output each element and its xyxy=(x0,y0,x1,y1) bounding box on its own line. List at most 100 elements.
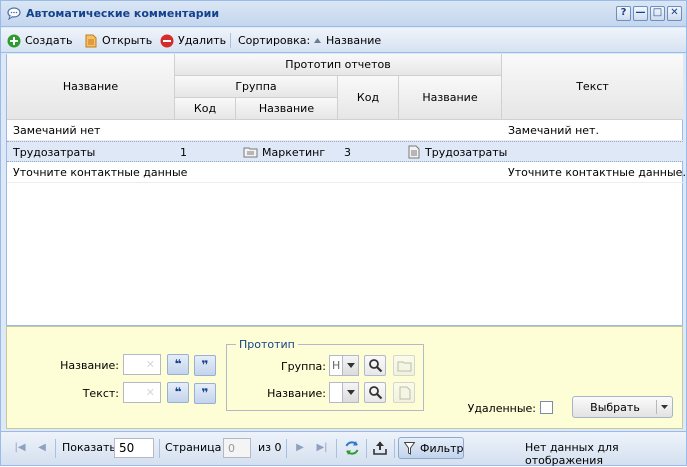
chevron-down-icon[interactable] xyxy=(342,356,358,375)
group-browse-button[interactable] xyxy=(393,355,415,376)
group-search-button[interactable] xyxy=(364,355,386,376)
chevron-down-icon[interactable] xyxy=(342,383,358,402)
pager-separator xyxy=(394,439,395,458)
report-icon xyxy=(399,386,411,400)
show-label: Показать xyxy=(62,441,116,454)
filter-icon xyxy=(404,442,415,455)
group-filter-label: Группа: xyxy=(280,360,326,373)
document-icon xyxy=(85,34,97,47)
column-header-group-code[interactable]: Код xyxy=(175,98,236,120)
proto-browse-button[interactable] xyxy=(393,382,415,403)
refresh-icon[interactable] xyxy=(344,440,360,456)
column-header-text[interactable]: Текст xyxy=(502,54,683,120)
column-header-proto-name[interactable]: Название xyxy=(399,76,502,120)
page-size-value: 50 xyxy=(119,441,135,455)
cell-group-code: 1 xyxy=(180,146,187,159)
pager-separator xyxy=(159,439,160,458)
pager-separator xyxy=(55,439,56,458)
cell-name: Трудозатраты xyxy=(13,146,96,159)
folder-icon xyxy=(397,361,412,372)
pager-separator xyxy=(336,439,337,458)
pager-separator xyxy=(286,439,287,458)
cell-name: Уточните контактные данные xyxy=(13,166,188,179)
last-page-icon[interactable]: ▶| xyxy=(313,439,331,457)
sort-label: Сортировка: xyxy=(238,32,310,49)
proto-search-button[interactable] xyxy=(364,382,386,403)
open-label: Открыть xyxy=(102,34,153,47)
column-group-prototype: Прототип отчетов xyxy=(175,54,502,76)
column-header-proto-code[interactable]: Код xyxy=(338,76,399,120)
text-quote-close-button[interactable]: ❞ xyxy=(194,383,216,404)
deleted-label: Удаленные: xyxy=(467,402,536,415)
deleted-checkbox[interactable] xyxy=(540,401,553,414)
page-number-input[interactable]: 0 xyxy=(223,438,251,458)
folder-icon xyxy=(243,147,258,158)
help-button[interactable]: ? xyxy=(616,6,631,21)
page-size-input[interactable]: 50 xyxy=(114,438,154,458)
clear-icon: ✕ xyxy=(145,358,155,371)
prototype-legend: Прототип xyxy=(236,338,298,351)
cell-name: Замечаний нет xyxy=(13,124,101,137)
pager-status: Нет данных для отображения xyxy=(525,441,619,467)
proto-name-filter-label: Название: xyxy=(267,387,326,400)
create-label: Создать xyxy=(25,34,73,47)
comment-icon xyxy=(7,7,21,20)
chevron-down-icon[interactable] xyxy=(661,405,668,409)
sort-ascending-icon xyxy=(314,38,321,43)
delete-icon xyxy=(160,34,174,47)
select-label: Выбрать xyxy=(590,401,640,414)
comments-grid: Название Прототип отчетов Группа Код Наз… xyxy=(6,54,686,326)
prev-page-icon[interactable]: ◀ xyxy=(33,439,51,457)
create-button[interactable]: Создать xyxy=(7,32,73,49)
filter-toggle-button[interactable]: Фильтр xyxy=(398,437,464,459)
name-quote-close-button[interactable]: ❞ xyxy=(194,355,216,376)
pager: |◀ ◀ Показать 50 Страница 0 из 0 ▶ ▶| Фи… xyxy=(1,431,686,467)
table-row-selected[interactable]: Трудозатраты 1 Маркетинг 3 Трудозатраты xyxy=(7,141,683,162)
delete-label: Удалить xyxy=(178,34,227,47)
open-button[interactable]: Открыть xyxy=(84,32,152,49)
sort-field-button[interactable]: Название xyxy=(313,32,381,49)
name-quote-open-button[interactable]: ❝ xyxy=(167,354,189,375)
report-icon xyxy=(408,145,420,159)
maximize-button[interactable]: □ xyxy=(650,6,665,21)
search-icon xyxy=(369,386,383,400)
pager-separator xyxy=(366,439,367,458)
next-page-icon[interactable]: ▶ xyxy=(291,439,309,457)
add-icon xyxy=(7,34,21,47)
text-filter-input[interactable]: ✕ xyxy=(123,382,161,403)
sort-field-label: Название xyxy=(326,34,382,47)
sort-caption: Сортировка: xyxy=(238,34,311,47)
select-button[interactable]: Выбрать xyxy=(572,396,673,418)
toolbar: Создать Открыть Удалить Сортировка: Назв… xyxy=(1,28,686,53)
title-bar[interactable]: Автоматические комментарии ? — □ ✕ xyxy=(1,1,686,27)
search-icon xyxy=(369,359,383,373)
column-group-group: Группа xyxy=(175,76,338,98)
table-row[interactable]: Уточните контактные данные Уточните конт… xyxy=(7,162,686,183)
window: Автоматические комментарии ? — □ ✕ Созда… xyxy=(0,0,687,467)
export-icon[interactable] xyxy=(372,440,388,456)
cell-proto-code: 3 xyxy=(344,146,351,159)
close-button[interactable]: ✕ xyxy=(667,6,682,21)
name-filter-input[interactable]: ✕ xyxy=(123,354,161,375)
cell-proto-name: Трудозатраты xyxy=(425,146,508,159)
first-page-icon[interactable]: |◀ xyxy=(11,439,29,457)
minimize-button[interactable]: — xyxy=(633,6,648,21)
cell-group-name: Маркетинг xyxy=(262,146,326,159)
column-header-name[interactable]: Название xyxy=(7,54,175,120)
page-number-value: 0 xyxy=(228,442,235,455)
group-combo[interactable]: Н xyxy=(329,355,359,376)
clear-icon: ✕ xyxy=(145,386,155,399)
delete-button[interactable]: Удалить xyxy=(160,32,226,49)
group-combo-value: Н xyxy=(332,359,341,372)
proto-name-combo[interactable] xyxy=(329,382,359,403)
text-filter-label: Текст: xyxy=(82,387,119,400)
cell-text: Уточните контактные данные. xyxy=(508,166,686,179)
table-row[interactable]: Замечаний нет Замечаний нет. xyxy=(7,120,683,141)
filter-toggle-label: Фильтр xyxy=(420,442,464,455)
filter-panel: Название: ✕ ❝ ❞ Текст: ✕ ❝ ❞ Прототип Гр… xyxy=(6,326,683,429)
name-filter-label: Название: xyxy=(60,359,119,372)
column-header-group-name[interactable]: Название xyxy=(236,98,338,120)
toolbar-separator xyxy=(230,33,231,48)
page-count-label: из 0 xyxy=(258,441,282,454)
text-quote-open-button[interactable]: ❝ xyxy=(167,382,189,403)
